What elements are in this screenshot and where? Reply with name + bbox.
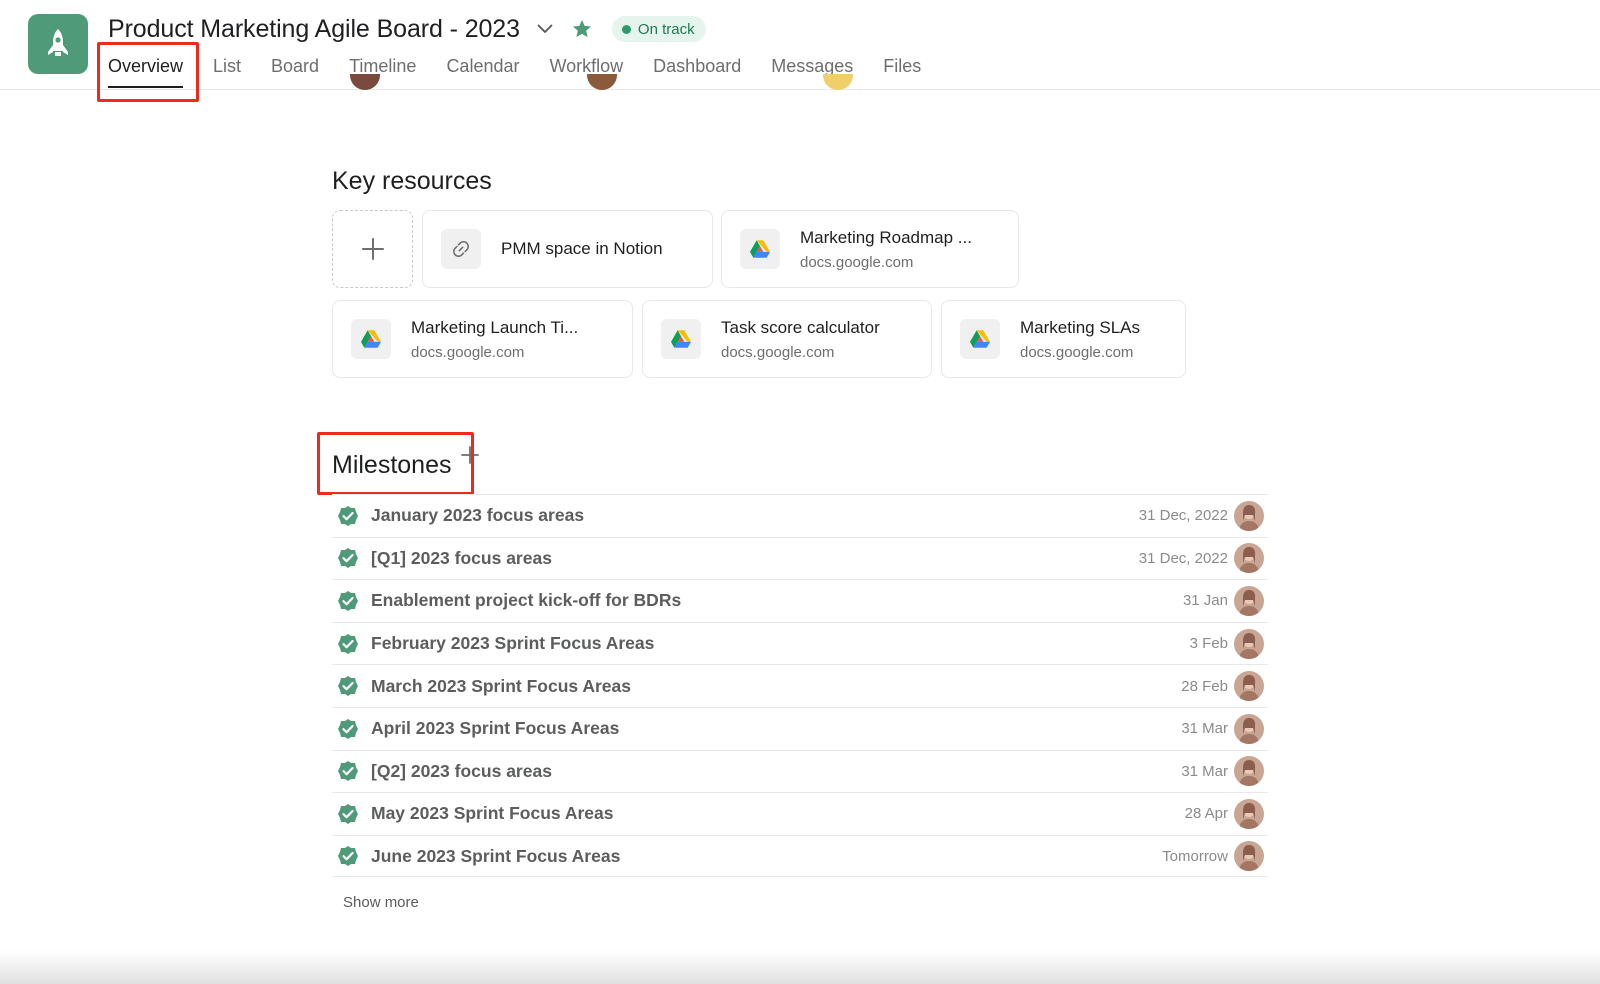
chevron-down-icon[interactable] — [534, 18, 556, 40]
avatar[interactable] — [1234, 585, 1264, 616]
check-circle-icon[interactable] — [337, 718, 359, 740]
window-bottom-shadow — [0, 950, 1600, 984]
milestone-name[interactable]: January 2023 focus areas — [371, 505, 584, 526]
avatar[interactable] — [1234, 841, 1264, 872]
add-resource-button[interactable] — [332, 210, 413, 288]
avatar[interactable] — [1234, 671, 1264, 702]
milestone-date[interactable]: 31 Dec, 2022 — [1139, 550, 1228, 567]
resource-card[interactable]: Marketing SLAs docs.google.com — [941, 300, 1186, 378]
project-overview-page: Product Marketing Agile Board - 2023 On … — [0, 0, 1600, 984]
project-tabs: Overview List Board Timeline Calendar Wo… — [108, 54, 951, 90]
google-drive-icon — [960, 319, 1000, 359]
resource-card[interactable]: Marketing Launch Ti... docs.google.com — [332, 300, 633, 378]
check-circle-icon[interactable] — [337, 760, 359, 782]
check-circle-icon[interactable] — [337, 547, 359, 569]
milestone-row[interactable]: January 2023 focus areas 31 Dec, 2022 — [332, 494, 1268, 537]
milestone-row[interactable]: [Q1] 2023 focus areas 31 Dec, 2022 — [332, 536, 1268, 580]
resource-name: Task score calculator — [721, 317, 880, 337]
check-circle-icon[interactable] — [337, 505, 359, 527]
status-badge[interactable]: On track — [611, 16, 706, 42]
resource-card[interactable]: Task score calculator docs.google.com — [642, 300, 932, 378]
check-circle-icon[interactable] — [337, 633, 359, 655]
google-drive-icon — [661, 319, 701, 359]
key-resources-heading: Key resources — [332, 167, 492, 195]
resource-domain: docs.google.com — [800, 253, 914, 271]
resource-text: Task score calculator docs.google.com — [721, 318, 880, 361]
milestone-name[interactable]: [Q2] 2023 focus areas — [371, 761, 552, 782]
annotation-box-overview-tab — [97, 42, 199, 102]
resource-name: Marketing Launch Ti... — [411, 317, 579, 337]
resource-domain: docs.google.com — [721, 343, 835, 361]
milestone-row[interactable]: February 2023 Sprint Focus Areas 3 Feb — [332, 621, 1268, 665]
milestone-date[interactable]: 28 Feb — [1181, 678, 1228, 695]
avatar[interactable] — [1234, 543, 1264, 574]
resource-text: Marketing Launch Ti... docs.google.com — [411, 318, 578, 361]
google-drive-icon — [740, 229, 780, 269]
milestone-date[interactable]: 31 Mar — [1181, 720, 1228, 737]
milestone-row[interactable]: April 2023 Sprint Focus Areas 31 Mar — [332, 706, 1268, 750]
resource-domain: docs.google.com — [1020, 343, 1134, 361]
star-icon[interactable] — [570, 17, 594, 41]
google-drive-icon — [351, 319, 391, 359]
avatar[interactable] — [1234, 756, 1264, 787]
resource-card[interactable]: PMM space in Notion — [422, 210, 713, 288]
milestone-date[interactable]: 28 Apr — [1185, 805, 1228, 822]
milestone-row[interactable]: March 2023 Sprint Focus Areas 28 Feb — [332, 664, 1268, 707]
plus-icon — [361, 238, 384, 260]
resource-text: Marketing SLAs docs.google.com — [1020, 318, 1140, 361]
status-dot-icon — [621, 24, 631, 34]
milestone-name[interactable]: June 2023 Sprint Focus Areas — [371, 846, 620, 867]
rocket-icon — [48, 29, 68, 56]
title-row: Product Marketing Agile Board - 2023 On … — [108, 12, 706, 46]
annotation-box-milestones — [317, 432, 474, 495]
resource-name: Marketing Roadmap ... — [800, 227, 972, 247]
milestone-date[interactable]: 31 Mar — [1181, 763, 1228, 780]
milestone-date[interactable]: Tomorrow — [1162, 848, 1228, 865]
milestone-row[interactable]: June 2023 Sprint Focus Areas Tomorrow — [332, 834, 1268, 878]
milestone-name[interactable]: April 2023 Sprint Focus Areas — [371, 718, 619, 739]
milestone-row[interactable]: May 2023 Sprint Focus Areas 28 Apr — [332, 792, 1268, 835]
project-title: Product Marketing Agile Board - 2023 — [108, 14, 520, 43]
milestone-date[interactable]: 31 Jan — [1183, 592, 1228, 609]
avatar[interactable] — [1234, 500, 1264, 531]
milestone-name[interactable]: May 2023 Sprint Focus Areas — [371, 803, 614, 824]
milestone-row[interactable]: Enablement project kick-off for BDRs 31 … — [332, 579, 1268, 622]
tab-board[interactable]: Board — [271, 54, 319, 90]
resource-name: PMM space in Notion — [501, 239, 663, 258]
link-icon — [441, 229, 481, 269]
check-circle-icon[interactable] — [337, 845, 359, 867]
resource-domain: docs.google.com — [411, 343, 525, 361]
milestone-date[interactable]: 3 Feb — [1190, 635, 1228, 652]
resource-card[interactable]: Marketing Roadmap ... docs.google.com — [721, 210, 1019, 288]
tab-list[interactable]: List — [213, 54, 241, 90]
show-more-link[interactable]: Show more — [343, 894, 419, 911]
tab-calendar[interactable]: Calendar — [446, 54, 519, 90]
resource-text: PMM space in Notion — [501, 239, 663, 259]
milestone-row[interactable]: [Q2] 2023 focus areas 31 Mar — [332, 749, 1268, 793]
tab-files[interactable]: Files — [883, 54, 921, 90]
milestone-name[interactable]: March 2023 Sprint Focus Areas — [371, 676, 631, 697]
milestone-name[interactable]: February 2023 Sprint Focus Areas — [371, 633, 654, 654]
check-circle-icon[interactable] — [337, 675, 359, 697]
avatar[interactable] — [1234, 628, 1264, 659]
check-circle-icon[interactable] — [337, 803, 359, 825]
resource-name: Marketing SLAs — [1020, 317, 1140, 337]
status-text: On track — [637, 20, 695, 38]
milestone-name[interactable]: [Q1] 2023 focus areas — [371, 548, 552, 569]
milestone-list: January 2023 focus areas 31 Dec, 2022 [Q… — [332, 494, 1268, 878]
check-circle-icon[interactable] — [337, 590, 359, 612]
project-header: Product Marketing Agile Board - 2023 On … — [0, 0, 1600, 102]
milestone-date[interactable]: 31 Dec, 2022 — [1139, 507, 1228, 524]
project-icon[interactable] — [28, 14, 88, 74]
avatar[interactable] — [1234, 798, 1264, 829]
milestone-name[interactable]: Enablement project kick-off for BDRs — [371, 590, 681, 611]
avatar[interactable] — [1234, 713, 1264, 744]
resource-text: Marketing Roadmap ... docs.google.com — [800, 228, 972, 271]
tab-dashboard[interactable]: Dashboard — [653, 54, 741, 90]
